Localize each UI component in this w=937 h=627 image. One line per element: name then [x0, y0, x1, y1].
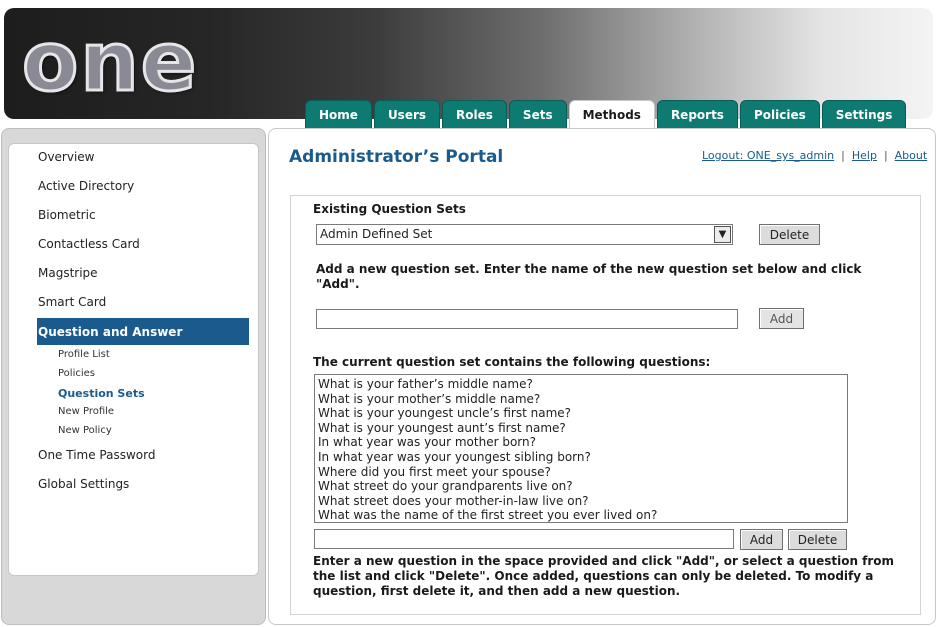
questions-label: The current question set contains the fo…	[313, 355, 711, 369]
sidebar-item-question-and-answer[interactable]: Question and Answer	[37, 318, 249, 345]
sidebar-item-overview[interactable]: Overview	[38, 150, 95, 164]
sidebar-item-biometric[interactable]: Biometric	[38, 208, 96, 222]
link-separator: |	[841, 149, 845, 162]
list-item[interactable]: What street do your grandparents live on…	[318, 479, 844, 494]
subnav-profile-list[interactable]: Profile List	[58, 349, 110, 360]
list-item[interactable]: What is your youngest aunt’s first name?	[318, 421, 844, 436]
list-item[interactable]: What is your mother’s middle name?	[318, 392, 844, 407]
link-separator: |	[883, 149, 888, 162]
chevron-down-icon[interactable]: ▼	[714, 226, 731, 243]
sidebar-item-smart-card[interactable]: Smart Card	[38, 295, 106, 309]
tab-home[interactable]: Home	[305, 100, 372, 128]
list-item[interactable]: What is your youngest uncle’s first name…	[318, 406, 844, 421]
tab-settings[interactable]: Settings	[821, 100, 907, 128]
subnav-question-sets[interactable]: Question Sets	[58, 387, 145, 400]
tab-roles[interactable]: Roles	[442, 100, 507, 128]
sidebar-item-active-directory[interactable]: Active Directory	[38, 179, 134, 193]
one-logo: one	[20, 15, 199, 110]
logout-link[interactable]: Logout: ONE_sys_admin	[702, 149, 834, 162]
list-item[interactable]: What street does your mother-in-law live…	[318, 494, 844, 509]
tab-users[interactable]: Users	[373, 100, 441, 128]
existing-sets-label: Existing Question Sets	[313, 202, 466, 216]
list-item[interactable]: Where did you first meet your spouse?	[318, 465, 844, 480]
subnav-new-profile[interactable]: New Profile	[58, 406, 114, 417]
sidebar-item-one-time-password[interactable]: One Time Password	[38, 448, 155, 462]
about-link[interactable]: About	[895, 149, 928, 162]
subnav-new-policy[interactable]: New Policy	[58, 425, 112, 436]
page-title: Administrator’s Portal	[289, 147, 504, 167]
add-set-button[interactable]: Add	[759, 308, 804, 329]
delete-set-button[interactable]: Delete	[759, 224, 820, 245]
questions-listbox[interactable]: What is your father’s middle name? What …	[314, 374, 848, 523]
subnav-policies[interactable]: Policies	[58, 368, 95, 379]
list-item[interactable]: What was the name of the first street yo…	[318, 508, 844, 522]
sidebar-item-contactless-card[interactable]: Contactless Card	[38, 237, 140, 251]
question-set-select[interactable]: Admin Defined Set ▼	[316, 224, 733, 245]
add-question-button[interactable]: Add	[740, 529, 783, 550]
sidebar-item-global-settings[interactable]: Global Settings	[38, 477, 129, 491]
question-set-select-value: Admin Defined Set	[320, 227, 433, 241]
tab-policies[interactable]: Policies	[739, 100, 820, 128]
sidebar-item-magstripe[interactable]: Magstripe	[38, 266, 98, 280]
tab-sets[interactable]: Sets	[508, 100, 567, 128]
list-item[interactable]: In what year was your mother born?	[318, 435, 844, 450]
list-item[interactable]: What is your father’s middle name?	[318, 377, 844, 392]
main-nav-tabs: Home Users Roles Sets Methods Reports Po…	[305, 100, 907, 129]
new-set-name-input[interactable]	[316, 309, 738, 329]
list-item[interactable]: In what year was your youngest sibling b…	[318, 450, 844, 465]
new-question-input[interactable]	[314, 529, 734, 549]
add-set-instruction: Add a new question set. Enter the name o…	[316, 262, 862, 291]
question-help-text: Enter a new question in the space provid…	[313, 554, 895, 598]
delete-question-button[interactable]: Delete	[788, 529, 847, 550]
tab-methods[interactable]: Methods	[568, 100, 655, 129]
help-link[interactable]: Help	[852, 149, 877, 162]
tab-reports[interactable]: Reports	[656, 100, 738, 128]
top-links: Logout: ONE_sys_admin | Help | About	[702, 149, 927, 162]
